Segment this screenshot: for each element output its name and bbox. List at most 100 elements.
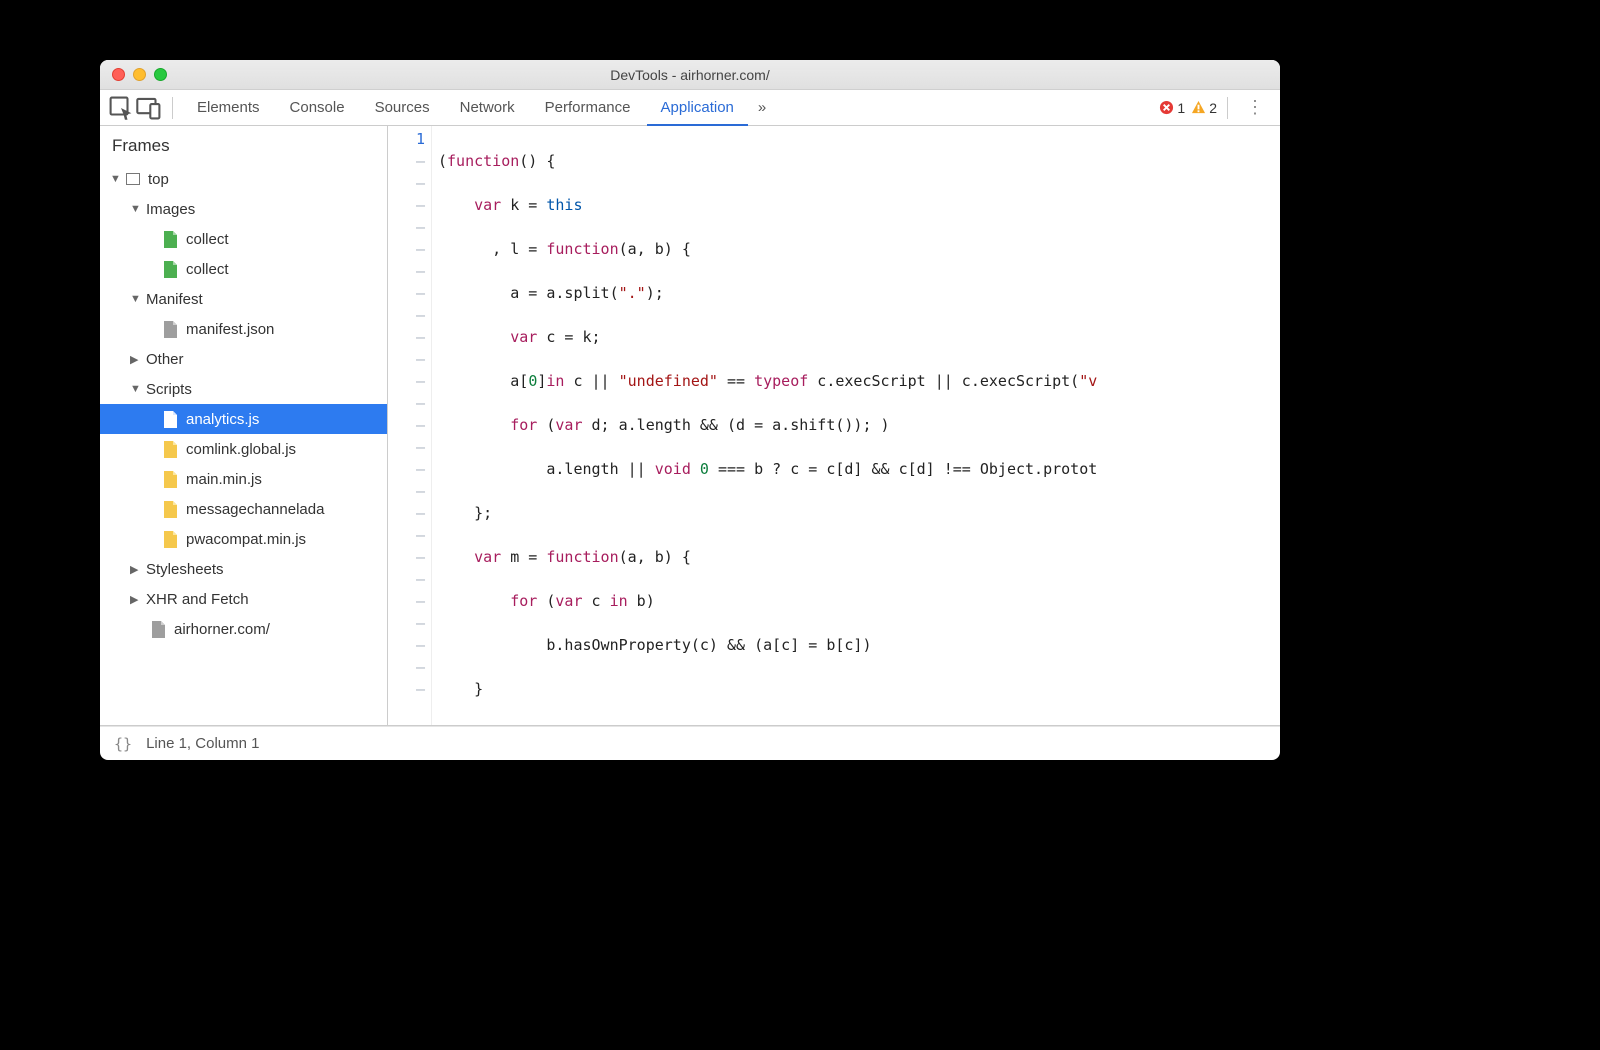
fold-icon[interactable]: – [388,414,425,436]
tree-item-manifest-file[interactable]: manifest.json [100,314,387,344]
tree-label: top [148,171,169,188]
warning-badge: 2 [1191,100,1217,116]
file-icon [150,620,166,638]
fold-icon[interactable]: – [388,392,425,414]
fold-icon[interactable]: – [388,524,425,546]
tree-item-images[interactable]: ▼ Images [100,194,387,224]
tab-elements[interactable]: Elements [183,90,274,126]
frame-icon [126,173,140,185]
cursor-position: Line 1, Column 1 [146,735,259,752]
chevron-down-icon: ▼ [130,203,142,215]
tab-network[interactable]: Network [446,90,529,126]
script-file-icon [162,470,178,488]
chevron-right-icon: ▶ [130,563,142,576]
tree-item-script-file[interactable]: comlink.global.js [100,434,387,464]
fold-icon[interactable]: – [388,590,425,612]
tree-item-script-file[interactable]: main.min.js [100,464,387,494]
tree-label: manifest.json [186,321,274,338]
tree-label: collect [186,261,229,278]
warning-count: 2 [1209,100,1217,116]
fold-icon[interactable]: – [388,326,425,348]
fold-icon[interactable]: – [388,612,425,634]
toolbar-separator [1227,97,1228,119]
toolbar-separator [172,97,173,119]
fold-icon[interactable]: – [388,260,425,282]
tree-item-script-file[interactable]: pwacompat.min.js [100,524,387,554]
source-editor[interactable]: 1 – – – – – – – – – – – – – – – – – – – [388,126,1280,725]
tree-item-root-file[interactable]: airhorner.com/ [100,614,387,644]
inspect-element-icon[interactable] [108,95,134,121]
chevron-right-icon: ▶ [130,353,142,366]
issues-indicator[interactable]: 1 2 [1159,100,1217,116]
fold-icon[interactable]: – [388,436,425,458]
tabs-overflow-icon[interactable]: » [750,90,774,126]
fold-icon[interactable]: – [388,546,425,568]
pretty-print-icon[interactable]: {} [114,735,132,753]
code-content[interactable]: (function() { var k = this , l = functio… [432,126,1280,725]
fold-icon[interactable]: – [388,238,425,260]
tree-label: Images [146,201,195,218]
fold-icon[interactable]: – [388,480,425,502]
fold-icon[interactable]: – [388,216,425,238]
editor-gutter[interactable]: 1 – – – – – – – – – – – – – – – – – – – [388,126,432,725]
tree-label: airhorner.com/ [174,621,270,638]
script-file-icon [162,440,178,458]
fold-icon[interactable]: – [388,348,425,370]
tree-label: Scripts [146,381,192,398]
script-file-icon [162,530,178,548]
fold-icon[interactable]: – [388,282,425,304]
line-number: 1 [388,128,425,150]
tree-item-script-file[interactable]: analytics.js [100,404,387,434]
tree-item-image-file[interactable]: collect [100,254,387,284]
devtools-toolbar: Elements Console Sources Network Perform… [100,90,1280,126]
main-body: Frames ▼ top ▼ Images collect colle [100,126,1280,726]
tree-item-stylesheets[interactable]: ▶ Stylesheets [100,554,387,584]
tree-label: collect [186,231,229,248]
tree-label: Stylesheets [146,561,224,578]
chevron-right-icon: ▶ [130,593,142,606]
more-options-icon[interactable]: ⋮ [1238,97,1272,118]
tree-item-manifest[interactable]: ▼ Manifest [100,284,387,314]
fold-icon[interactable]: – [388,172,425,194]
warning-icon [1191,100,1206,115]
fold-icon[interactable]: – [388,568,425,590]
error-count: 1 [1177,100,1185,116]
fold-icon[interactable]: – [388,656,425,678]
tree-label: main.min.js [186,471,262,488]
tree-item-other[interactable]: ▶ Other [100,344,387,374]
device-toolbar-icon[interactable] [136,95,162,121]
fold-icon[interactable]: – [388,458,425,480]
fold-icon[interactable]: – [388,370,425,392]
tree-item-script-file[interactable]: messagechannelada [100,494,387,524]
chevron-down-icon: ▼ [130,293,142,305]
tree-item-top[interactable]: ▼ top [100,164,387,194]
fold-icon[interactable]: – [388,634,425,656]
tree-label: messagechannelada [186,501,324,518]
error-icon [1159,100,1174,115]
error-badge: 1 [1159,100,1185,116]
chevron-down-icon: ▼ [130,383,142,395]
tab-application[interactable]: Application [647,90,748,126]
fold-icon[interactable]: – [388,304,425,326]
script-file-icon [162,500,178,518]
frames-sidebar: Frames ▼ top ▼ Images collect colle [100,126,388,725]
tree-label: comlink.global.js [186,441,296,458]
tab-console[interactable]: Console [276,90,359,126]
devtools-window: DevTools - airhorner.com/ Elements Conso… [100,60,1280,760]
fold-icon[interactable]: – [388,194,425,216]
editor-statusbar: {} Line 1, Column 1 [100,726,1280,760]
tree-item-scripts[interactable]: ▼ Scripts [100,374,387,404]
tree-label: Manifest [146,291,203,308]
chevron-down-icon: ▼ [110,173,122,185]
fold-icon[interactable]: – [388,678,425,700]
image-file-icon [162,260,178,278]
fold-icon[interactable]: – [388,502,425,524]
fold-icon[interactable]: – [388,150,425,172]
tree-item-image-file[interactable]: collect [100,224,387,254]
tab-sources[interactable]: Sources [361,90,444,126]
tree-label: analytics.js [186,411,259,428]
tab-performance[interactable]: Performance [531,90,645,126]
tree-item-xhr[interactable]: ▶ XHR and Fetch [100,584,387,614]
frames-tree: ▼ top ▼ Images collect collect ▼ [100,164,387,725]
window-title: DevTools - airhorner.com/ [100,67,1280,83]
